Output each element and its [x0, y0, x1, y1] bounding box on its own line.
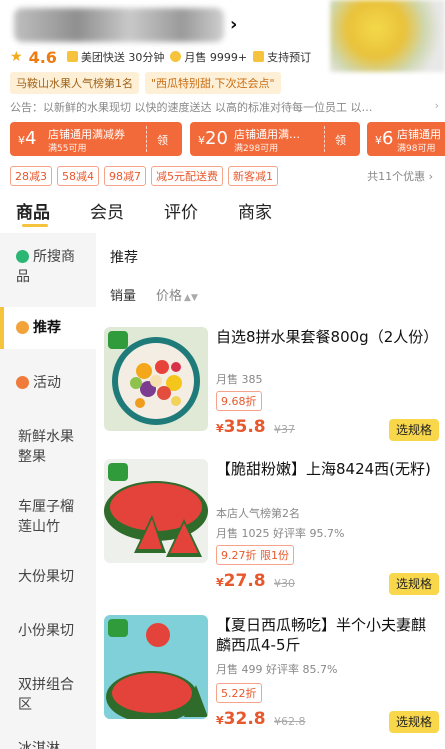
- coupon-divider: [146, 126, 147, 152]
- coupon-amount: ¥4: [18, 128, 37, 149]
- store-notice[interactable]: 公告：以新鲜的水果现切 以快的速度送达 以高的标准对待每一位员工 以…: [10, 99, 435, 115]
- claim-coupon-button[interactable]: 领: [335, 132, 346, 148]
- fruit-platter-image: [104, 327, 208, 431]
- sidebar-item-small-cut[interactable]: 小份果切: [0, 621, 96, 641]
- category-sidebar: 所搜商品 推荐 活动 新鲜水果整果 车厘子榴莲山竹 大份果切 小份果切 双拼组合…: [0, 233, 96, 749]
- select-spec-button[interactable]: 选规格: [389, 711, 439, 733]
- product-original-price: ¥37: [274, 423, 295, 436]
- sidebar-item-combo[interactable]: 双拼组合区: [0, 675, 96, 715]
- booking-icon: [253, 51, 265, 62]
- product-price: ¥27.8: [216, 571, 266, 591]
- booking-info: 支持预订: [253, 49, 311, 65]
- coupon-title: 店铺通用: [397, 128, 441, 141]
- delivery-info: 美团快送 30分钟: [66, 49, 164, 65]
- sidebar-item-activity[interactable]: 活动: [0, 373, 96, 393]
- sort-arrows-icon: ▲▼: [184, 293, 198, 303]
- select-spec-button[interactable]: 选规格: [389, 573, 439, 595]
- chevron-right-icon[interactable]: ›: [435, 99, 439, 112]
- store-stats: ★ 4.6 美团快送 30分钟 月售 9999+ 支持预订: [10, 47, 311, 67]
- select-spec-button[interactable]: 选规格: [389, 419, 439, 441]
- sidebar-item-recommended[interactable]: 推荐: [0, 307, 96, 349]
- product-sales: 月售 385: [216, 373, 263, 386]
- section-title: 推荐: [110, 250, 138, 266]
- tab-membership[interactable]: 会员: [90, 198, 124, 223]
- sort-by-price[interactable]: 价格 ▲▼: [156, 289, 198, 304]
- coupon-row: ¥4 店铺通用满减券 满55可用 领 ¥20 店铺通用满… 满298可用 领 ¥…: [10, 122, 445, 158]
- sidebar-item-ice-cream[interactable]: 冰淇淋: [0, 739, 96, 749]
- product-discount: 9.27折 限1份: [216, 545, 294, 565]
- coupon-card[interactable]: ¥20 店铺通用满… 满298可用 领: [190, 122, 360, 156]
- watermelon-image: [104, 459, 208, 563]
- coupon-amount: ¥6: [375, 128, 394, 149]
- tab-reviews[interactable]: 评价: [164, 198, 198, 223]
- active-tab-indicator: [22, 224, 48, 227]
- sidebar-item-searched[interactable]: 所搜商品: [0, 247, 96, 303]
- product-card[interactable]: 自选8拼水果套餐800g（2人份） 月售 385 9.68折 ¥35.8 ¥37…: [104, 327, 439, 441]
- delivery-icon: [66, 51, 78, 62]
- product-discount: 5.22折: [216, 683, 262, 703]
- product-sales: 月售 1025 好评率 95.7%: [216, 527, 345, 540]
- store-header: › ★ 4.6 美团快送 30分钟 月售 9999+ 支持预订 马鞍山水果人气榜…: [0, 0, 445, 100]
- coupon-card[interactable]: ¥6 店铺通用 满98可用: [367, 122, 445, 156]
- coupon-divider: [324, 126, 325, 152]
- store-tags: 马鞍山水果人气榜第1名 "西瓜特别甜,下次还会点": [10, 72, 281, 94]
- star-icon: ★: [10, 49, 23, 65]
- sidebar-item-large-cut[interactable]: 大份果切: [0, 567, 96, 587]
- product-name: 自选8拼水果套餐800g（2人份）: [216, 328, 439, 346]
- sidebar-active-indicator: [0, 307, 4, 349]
- review-quote-tag: "西瓜特别甜,下次还会点": [145, 72, 281, 94]
- tab-merchant[interactable]: 商家: [238, 198, 272, 223]
- chevron-right-icon[interactable]: ›: [230, 14, 237, 35]
- discount-tag: 98减7: [104, 166, 146, 186]
- discount-tag: 58减4: [57, 166, 99, 186]
- sidebar-item-whole-fruit[interactable]: 新鲜水果整果: [0, 427, 96, 467]
- discount-tag: 28减3: [10, 166, 52, 186]
- discount-tags: 28减3 58减4 98减7 减5元配送费 新客减1: [10, 166, 278, 186]
- product-rank: 本店人气榜第2名: [216, 507, 300, 520]
- product-image[interactable]: [104, 327, 208, 431]
- discount-tag: 减5元配送费: [151, 166, 223, 186]
- sort-by-sales[interactable]: 销量: [110, 289, 136, 304]
- store-logo: [330, 0, 445, 72]
- coupon-condition: 满55可用: [48, 144, 87, 154]
- product-card[interactable]: 【脆甜粉嫩】上海8424西(无籽) 本店人气榜第2名 月售 1025 好评率 9…: [104, 459, 439, 595]
- product-name: 【脆甜粉嫩】上海8424西(无籽): [216, 460, 431, 478]
- claim-coupon-button[interactable]: 领: [157, 132, 168, 148]
- coupon-title: 店铺通用满…: [234, 128, 300, 141]
- recommend-icon: [16, 321, 29, 334]
- product-discount: 9.68折: [216, 391, 262, 411]
- tab-products[interactable]: 商品: [16, 198, 50, 223]
- sales-icon: [170, 51, 182, 62]
- coupon-amount: ¥20: [198, 128, 228, 149]
- coupon-title: 店铺通用满减券: [48, 128, 125, 141]
- coupon-condition: 满298可用: [234, 144, 279, 154]
- rank-tag[interactable]: 马鞍山水果人气榜第1名: [10, 72, 139, 94]
- discount-tag: 新客减1: [228, 166, 278, 186]
- search-icon: [16, 250, 29, 263]
- monthly-sales: 月售 9999+: [170, 49, 247, 65]
- coupon-condition: 满98可用: [397, 144, 436, 154]
- product-original-price: ¥30: [274, 577, 295, 590]
- product-card[interactable]: 【夏日西瓜畅吃】半个小夫妻麒麟西瓜4-5斤 月售 499 好评率 85.7% 5…: [104, 615, 439, 745]
- product-price: ¥35.8: [216, 417, 266, 437]
- product-list: 推荐 销量 价格 ▲▼ 自选8拼水果套餐800g（2人份） 月售 385 9.6…: [96, 233, 445, 749]
- store-name-blurred[interactable]: [14, 8, 224, 42]
- sidebar-item-cherry-durian[interactable]: 车厘子榴莲山竹: [0, 497, 96, 537]
- product-original-price: ¥62.8: [274, 715, 306, 728]
- product-sales: 月售 499 好评率 85.7%: [216, 663, 338, 676]
- product-price: ¥32.8: [216, 709, 266, 729]
- main-tabs: 商品 会员 评价 商家: [0, 196, 445, 228]
- store-rating: 4.6: [28, 47, 57, 67]
- all-offers-link[interactable]: 共11个优惠 ›: [367, 168, 433, 184]
- product-image[interactable]: [104, 459, 208, 563]
- sort-bar: 销量 价格 ▲▼: [110, 285, 198, 304]
- watermelon-image: [104, 615, 208, 719]
- activity-icon: [16, 376, 29, 389]
- coupon-card[interactable]: ¥4 店铺通用满减券 满55可用 领: [10, 122, 182, 156]
- product-image[interactable]: [104, 615, 208, 719]
- product-name: 【夏日西瓜畅吃】半个小夫妻麒麟西瓜4-5斤: [216, 616, 427, 654]
